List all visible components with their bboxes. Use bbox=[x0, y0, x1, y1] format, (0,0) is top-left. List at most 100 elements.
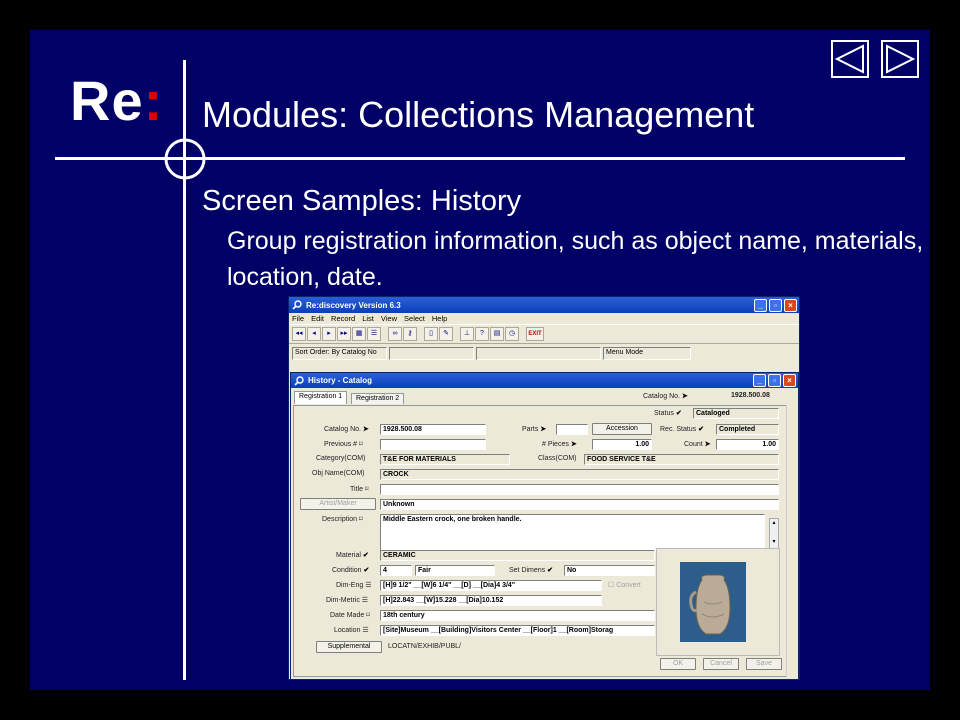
material-field[interactable]: CERAMIC bbox=[380, 550, 655, 561]
app-window: Re:discovery Version 6.3 _ ▫ × File Edit… bbox=[288, 296, 800, 680]
binoculars-icon[interactable]: ∞ bbox=[388, 327, 402, 341]
slide-subtitle: Screen Samples: History bbox=[202, 185, 522, 217]
new-record-icon[interactable]: ▯ bbox=[424, 327, 438, 341]
dim-eng-field[interactable]: [H]9 1/2" __[W]6 1/4" __[D] __[Dia]4 3/4… bbox=[380, 580, 602, 591]
menu-help[interactable]: Help bbox=[432, 314, 447, 323]
prev-record-icon[interactable]: ◂ bbox=[307, 327, 321, 341]
class-field[interactable]: FOOD SERVICE T&E bbox=[584, 454, 779, 465]
obj-name-label: Obj Name(COM) bbox=[312, 470, 365, 477]
list-view-icon[interactable]: ☰ bbox=[367, 327, 381, 341]
restore-button[interactable]: ▫ bbox=[768, 374, 781, 387]
supplemental-button[interactable]: Supplemental bbox=[316, 641, 382, 653]
minimize-button[interactable]: _ bbox=[753, 374, 766, 387]
title-field[interactable] bbox=[380, 484, 779, 495]
history-catalog-window: History - Catalog _ ▫ × Registration 1 R… bbox=[290, 372, 799, 679]
title-label: Title ⌑ bbox=[350, 486, 369, 493]
date-made-field[interactable]: 18th century bbox=[380, 610, 655, 621]
parts-label: Parts ➤ bbox=[522, 426, 547, 433]
menu-view[interactable]: View bbox=[381, 314, 397, 323]
catalog-no-label: Catalog No. ➤ bbox=[324, 426, 369, 433]
next-slide-button[interactable] bbox=[881, 40, 919, 78]
artist-maker-field[interactable]: Unknown bbox=[380, 499, 779, 510]
catalog-no-header-value: 1928.500.08 bbox=[731, 392, 770, 399]
status-cell bbox=[389, 346, 474, 360]
artist-maker-button[interactable]: Artist/Maker bbox=[300, 498, 376, 510]
ok-button[interactable]: OK bbox=[660, 658, 696, 670]
dim-eng-label: Dim-Eng ☰ bbox=[336, 582, 372, 589]
menu-bar: File Edit Record List View Select Help bbox=[289, 313, 799, 324]
accession-button[interactable]: Accession bbox=[592, 423, 652, 435]
brand-colon: : bbox=[143, 69, 164, 132]
supplemental-value: LOCATN/EXHIB/PUBL/ bbox=[388, 643, 462, 650]
pieces-field[interactable]: 1.00 bbox=[592, 439, 652, 450]
count-field[interactable]: 1.00 bbox=[716, 439, 779, 450]
count-label: Count ➤ bbox=[684, 441, 711, 448]
object-photo bbox=[680, 562, 746, 642]
child-titlebar: History - Catalog _ ▫ × bbox=[291, 373, 798, 388]
set-dimens-label: Set Dimens ✔ bbox=[509, 567, 554, 574]
condition-field[interactable]: Fair bbox=[415, 565, 495, 576]
menu-record[interactable]: Record bbox=[331, 314, 355, 323]
catalog-no-header-label: Catalog No. ➤ bbox=[643, 393, 688, 400]
description-field[interactable]: Middle Eastern crock, one broken handle. bbox=[380, 514, 765, 552]
child-title: History - Catalog bbox=[308, 376, 373, 385]
obj-name-field[interactable]: CROCK bbox=[380, 469, 779, 480]
status-bar: Sort Order: By Catalog No Menu Mode bbox=[289, 344, 799, 362]
tree-icon[interactable]: ⊥ bbox=[460, 327, 474, 341]
next-record-icon[interactable]: ▸ bbox=[322, 327, 336, 341]
menu-file[interactable]: File bbox=[292, 314, 304, 323]
menu-mode-field: Menu Mode bbox=[603, 346, 691, 360]
menu-edit[interactable]: Edit bbox=[311, 314, 324, 323]
catalog-no-field[interactable]: 1928.500.08 bbox=[380, 424, 486, 435]
tab-registration-1[interactable]: Registration 1 bbox=[294, 391, 348, 404]
condition-code-field[interactable]: 4 bbox=[380, 565, 412, 576]
form-view-icon[interactable]: ▦ bbox=[352, 327, 366, 341]
parts-field[interactable] bbox=[556, 424, 588, 435]
status-cell bbox=[476, 346, 601, 360]
edit-record-icon[interactable]: ✎ bbox=[439, 327, 453, 341]
class-label: Class(COM) bbox=[538, 455, 577, 462]
rec-status-label: Rec. Status ✔ bbox=[660, 426, 705, 433]
pieces-label: # Pieces ➤ bbox=[542, 441, 577, 448]
status-field[interactable]: Cataloged bbox=[693, 408, 779, 419]
slide-title: Modules: Collections Management bbox=[202, 94, 755, 135]
description-scrollbar[interactable]: ▴ ▾ bbox=[769, 518, 779, 552]
condition-label: Condition ✔ bbox=[332, 567, 370, 574]
first-record-icon[interactable]: ◂◂ bbox=[292, 327, 306, 341]
status-label: Status ✔ bbox=[654, 410, 682, 417]
registration-form: Status ✔ Cataloged Catalog No. ➤ 1928.50… bbox=[293, 405, 793, 677]
app-title: Re:discovery Version 6.3 bbox=[306, 300, 401, 310]
toolbar: ◂◂ ◂ ▸ ▸▸ ▦ ☰ ∞ ⚷ ▯ ✎ ⊥ ? ▤ ◷ EXIT bbox=[289, 324, 799, 344]
tab-registration-2[interactable]: Registration 2 bbox=[351, 393, 405, 404]
calculator-icon[interactable]: ▤ bbox=[490, 327, 504, 341]
date-made-label: Date Made ⌑ bbox=[330, 612, 370, 619]
previous-field[interactable] bbox=[380, 439, 486, 450]
restore-button[interactable]: ▫ bbox=[769, 298, 782, 312]
material-label: Material ✔ bbox=[336, 552, 369, 559]
location-label: Location ☰ bbox=[334, 627, 369, 634]
window-scrollbar[interactable] bbox=[786, 405, 796, 677]
save-button[interactable]: Save bbox=[746, 658, 782, 670]
previous-slide-button[interactable] bbox=[831, 40, 869, 78]
help-icon[interactable]: ? bbox=[475, 327, 489, 341]
key-icon[interactable]: ⚷ bbox=[403, 327, 417, 341]
clock-icon[interactable]: ◷ bbox=[505, 327, 519, 341]
location-field[interactable]: [Site]Museum __[Building]Visitors Center… bbox=[380, 625, 655, 636]
exit-button[interactable]: EXIT bbox=[526, 327, 544, 341]
close-button[interactable]: × bbox=[783, 374, 796, 387]
rec-status-field[interactable]: Completed bbox=[716, 424, 779, 435]
last-record-icon[interactable]: ▸▸ bbox=[337, 327, 351, 341]
slide-body-text: Group registration information, such as … bbox=[227, 227, 924, 291]
crock-image bbox=[680, 562, 746, 642]
cancel-button[interactable]: Cancel bbox=[703, 658, 739, 670]
dim-metric-field[interactable]: [H]22.843 __[W]15.228 __[Dia]10.152 bbox=[380, 595, 602, 606]
set-dimens-field[interactable]: No bbox=[564, 565, 655, 576]
description-label: Description ⌑ bbox=[322, 516, 363, 523]
menu-select[interactable]: Select bbox=[404, 314, 425, 323]
close-button[interactable]: × bbox=[784, 298, 797, 312]
minimize-button[interactable]: _ bbox=[754, 298, 767, 312]
magnifier-app-icon bbox=[292, 300, 302, 310]
convert-checkbox[interactable]: ☐ Convert bbox=[608, 581, 641, 589]
menu-list[interactable]: List bbox=[362, 314, 374, 323]
category-field[interactable]: T&E FOR MATERIALS bbox=[380, 454, 510, 465]
